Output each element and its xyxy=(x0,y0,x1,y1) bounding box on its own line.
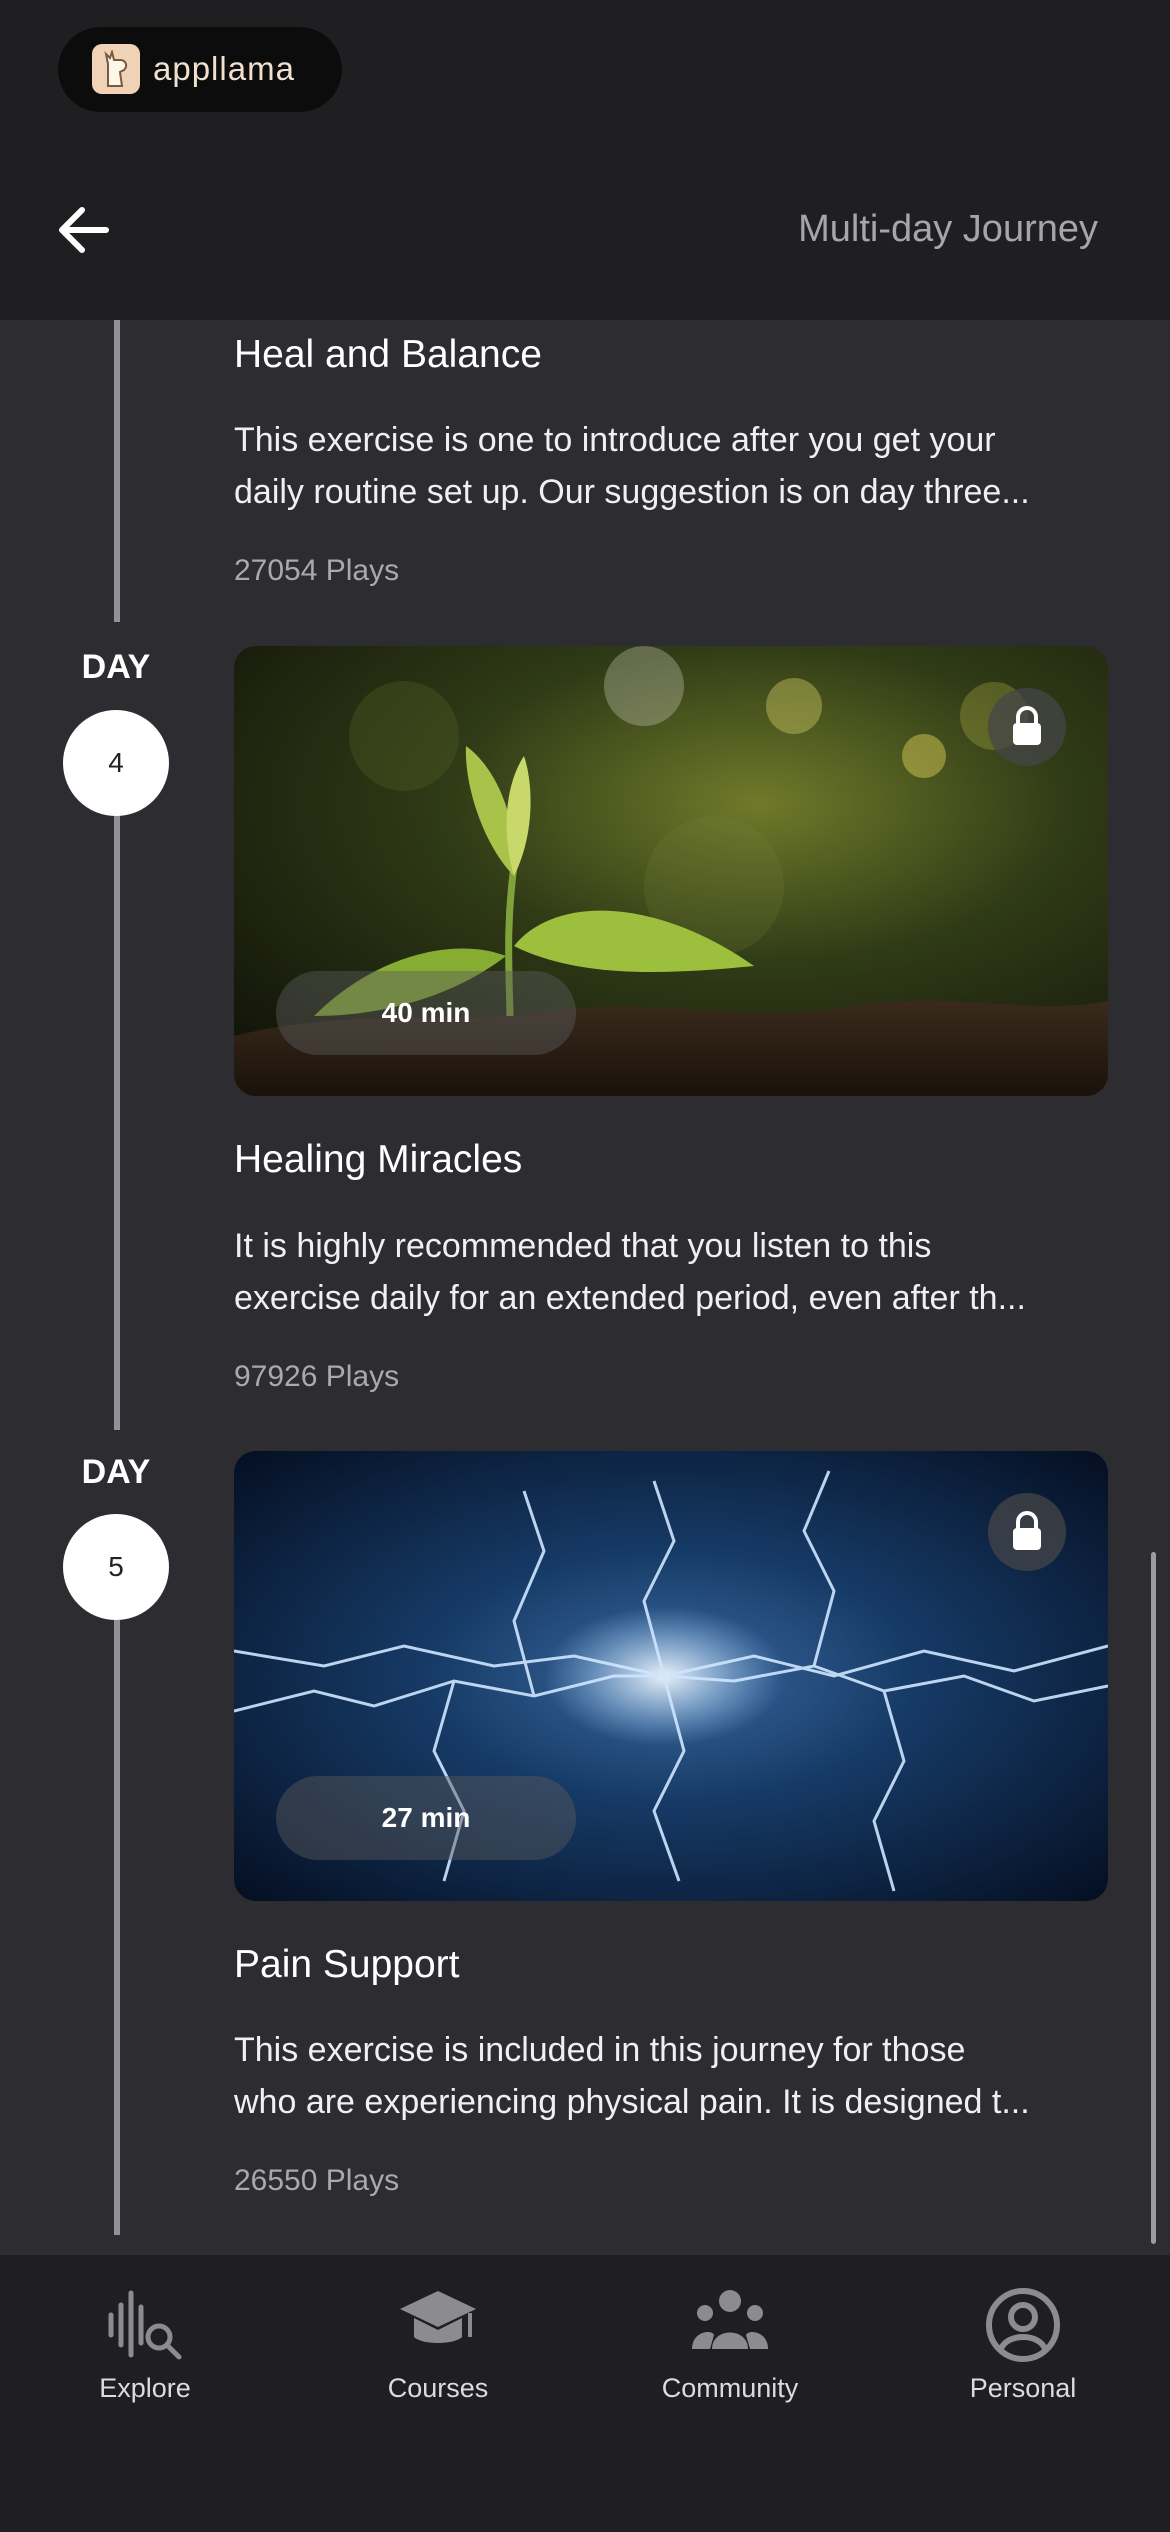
day-label: DAY xyxy=(81,1453,151,1491)
duration-badge: 40 min xyxy=(276,971,576,1055)
tab-community[interactable]: Community xyxy=(620,2285,840,2425)
timeline-line xyxy=(114,1620,120,2235)
exercise-description-line: It is highly recommended that you listen… xyxy=(234,1227,932,1265)
lock-icon xyxy=(1013,1511,1041,1550)
tab-label: Personal xyxy=(969,2373,1077,2403)
day-number-badge: 5 xyxy=(63,1514,169,1620)
tab-explore[interactable]: Explore xyxy=(35,2285,255,2425)
exercise-description-line: exercise daily for an extended period, e… xyxy=(234,1279,1026,1317)
tab-label: Explore xyxy=(99,2373,191,2403)
llama-logo-icon xyxy=(92,44,140,94)
plays-count: 97926 Plays xyxy=(234,1360,400,1393)
lock-badge xyxy=(988,688,1066,766)
back-button[interactable] xyxy=(50,195,120,265)
page-title: Multi-day Journey xyxy=(798,208,1098,250)
scrollbar[interactable] xyxy=(1151,1552,1156,2244)
graduation-cap-icon xyxy=(400,2291,476,2343)
lock-icon xyxy=(1013,706,1041,745)
day-number-badge: 4 xyxy=(63,710,169,816)
timeline-line xyxy=(114,815,120,1430)
lock-badge xyxy=(988,1493,1066,1571)
day-label: DAY xyxy=(81,648,151,686)
tab-personal[interactable]: Personal xyxy=(913,2285,1133,2425)
exercise-title[interactable]: Healing Miracles xyxy=(234,1138,522,1182)
community-people-icon xyxy=(692,2290,768,2349)
exercise-description-line: This exercise is included in this journe… xyxy=(234,2031,966,2069)
tab-label: Courses xyxy=(387,2373,489,2403)
explore-search-icon xyxy=(108,2290,182,2360)
exercise-description-line: daily routine set up. Our suggestion is … xyxy=(234,473,1030,511)
tab-courses[interactable]: Courses xyxy=(328,2285,548,2425)
exercise-thumbnail[interactable]: 40 min xyxy=(234,646,1108,1096)
plays-count: 27054 Plays xyxy=(234,554,400,587)
exercise-description-line: who are experiencing physical pain. It i… xyxy=(234,2083,1030,2121)
tab-label: Community xyxy=(661,2373,799,2403)
brand-name: appllama xyxy=(153,50,295,87)
plays-count: 26550 Plays xyxy=(234,2164,400,2197)
exercise-description-line: This exercise is one to introduce after … xyxy=(234,421,996,459)
duration-badge: 27 min xyxy=(276,1776,576,1860)
timeline-line xyxy=(114,320,120,622)
exercise-thumbnail[interactable]: 27 min xyxy=(234,1451,1108,1901)
exercise-title[interactable]: Heal and Balance xyxy=(234,333,542,377)
person-circle-icon xyxy=(986,2288,1060,2362)
arrow-left-icon xyxy=(59,207,109,253)
exercise-title[interactable]: Pain Support xyxy=(234,1943,460,1987)
